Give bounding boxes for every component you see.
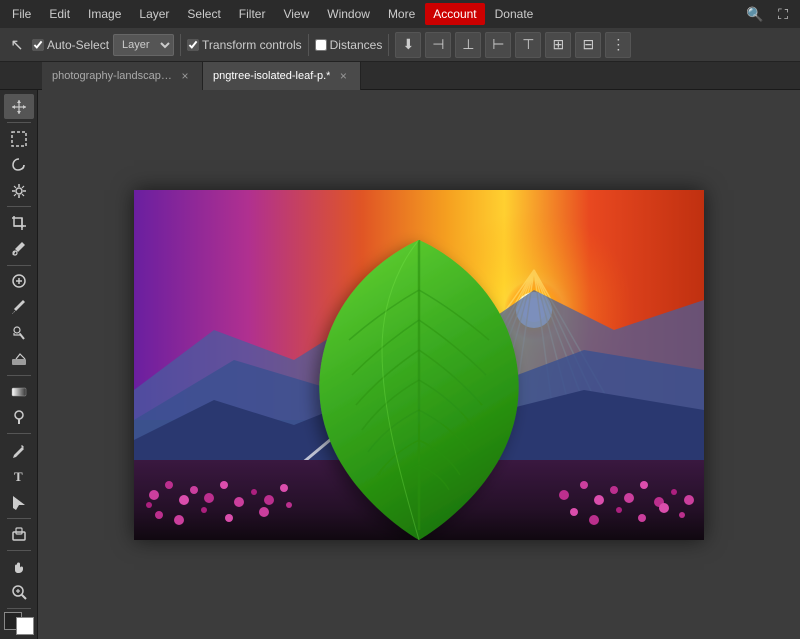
toolbar-divider-1 <box>180 34 181 56</box>
menu-image[interactable]: Image <box>80 3 129 25</box>
tabs-bar: photography-landscape-a.* × pngtree-isol… <box>0 62 800 90</box>
tool-lasso[interactable] <box>4 152 34 177</box>
transform-checkbox[interactable] <box>187 39 199 51</box>
search-icon[interactable]: 🔍 <box>742 3 768 25</box>
menu-layer[interactable]: Layer <box>131 3 177 25</box>
tool-sep-5 <box>7 433 31 434</box>
distances-group: Distances <box>315 38 383 52</box>
tool-move[interactable] <box>4 94 34 119</box>
tab-leaf[interactable]: pngtree-isolated-leaf-p.* × <box>203 62 361 90</box>
tool-pen[interactable] <box>4 437 34 462</box>
toolbar-divider-2 <box>308 34 309 56</box>
main-area: T <box>0 90 800 639</box>
tool-dodge[interactable] <box>4 405 34 430</box>
tool-stamp[interactable] <box>4 321 34 346</box>
menu-select[interactable]: Select <box>179 3 228 25</box>
menu-edit[interactable]: Edit <box>41 3 78 25</box>
menu-filter[interactable]: Filter <box>231 3 274 25</box>
tool-eraser[interactable] <box>4 347 34 372</box>
tool-sep-8 <box>7 608 31 609</box>
menu-donate[interactable]: Donate <box>487 3 542 25</box>
tool-magic-wand[interactable] <box>4 178 34 203</box>
tool-sep-6 <box>7 518 31 519</box>
tab-landscape-close[interactable]: × <box>178 69 192 83</box>
tool-type[interactable]: T <box>4 463 34 488</box>
move-tool-indicator: ↖ <box>6 32 28 58</box>
tool-brush[interactable] <box>4 295 34 320</box>
menu-file[interactable]: File <box>4 3 39 25</box>
layer-select[interactable]: Layer Group <box>113 34 174 56</box>
tool-eyedropper[interactable] <box>4 236 34 261</box>
tool-sep-1 <box>7 122 31 123</box>
transform-label: Transform controls <box>202 38 302 52</box>
autoselect-group: Auto-Select <box>32 38 109 52</box>
tool-gradient[interactable] <box>4 379 34 404</box>
canvas-area <box>38 90 800 639</box>
menu-bar: File Edit Image Layer Select Filter View… <box>0 0 800 28</box>
tool-sep-7 <box>7 550 31 551</box>
autoselect-label: Auto-Select <box>47 38 109 52</box>
transform-group: Transform controls <box>187 38 302 52</box>
svg-text:T: T <box>14 469 23 484</box>
tab-leaf-close[interactable]: × <box>336 69 350 83</box>
tab-landscape[interactable]: photography-landscape-a.* × <box>42 62 203 90</box>
left-toolbar: T <box>0 90 38 639</box>
tool-sep-4 <box>7 375 31 376</box>
align-bottom-btn[interactable]: ⊟ <box>575 32 601 58</box>
toolbar: ↖ Auto-Select Layer Group Transform cont… <box>0 28 800 62</box>
align-top-btn[interactable]: ⊤ <box>515 32 541 58</box>
menu-window[interactable]: Window <box>319 3 378 25</box>
tab-leaf-name: pngtree-isolated-leaf-p.* <box>213 70 330 82</box>
color-swatches <box>4 612 34 635</box>
tool-crop[interactable] <box>4 210 34 235</box>
toolbar-divider-3 <box>388 34 389 56</box>
tab-landscape-name: photography-landscape-a.* <box>52 70 172 82</box>
menu-view[interactable]: View <box>275 3 317 25</box>
scene-svg <box>134 190 704 540</box>
align-center-h-btn[interactable]: ⊥ <box>455 32 481 58</box>
distribute-btn[interactable]: ⋮ <box>605 32 631 58</box>
align-download-btn[interactable]: ⬇ <box>395 32 421 58</box>
background-color[interactable] <box>16 617 34 635</box>
align-left-btn[interactable]: ⊣ <box>425 32 451 58</box>
align-right-btn[interactable]: ⊢ <box>485 32 511 58</box>
menu-more[interactable]: More <box>380 3 423 25</box>
distances-label: Distances <box>330 38 383 52</box>
tool-sep-3 <box>7 265 31 266</box>
tool-sep-2 <box>7 206 31 207</box>
tool-shape[interactable] <box>4 521 34 546</box>
tool-heal[interactable] <box>4 268 34 293</box>
tool-marquee[interactable] <box>4 126 34 151</box>
tool-path-select[interactable] <box>4 489 34 514</box>
align-middle-v-btn[interactable]: ⊞ <box>545 32 571 58</box>
canvas-container <box>134 190 704 540</box>
tool-hand[interactable] <box>4 553 34 578</box>
distances-checkbox[interactable] <box>315 39 327 51</box>
fullscreen-icon[interactable]: ⛶ <box>770 3 796 25</box>
tool-zoom[interactable] <box>4 580 34 605</box>
menu-account[interactable]: Account <box>425 3 484 25</box>
autoselect-checkbox[interactable] <box>32 39 44 51</box>
